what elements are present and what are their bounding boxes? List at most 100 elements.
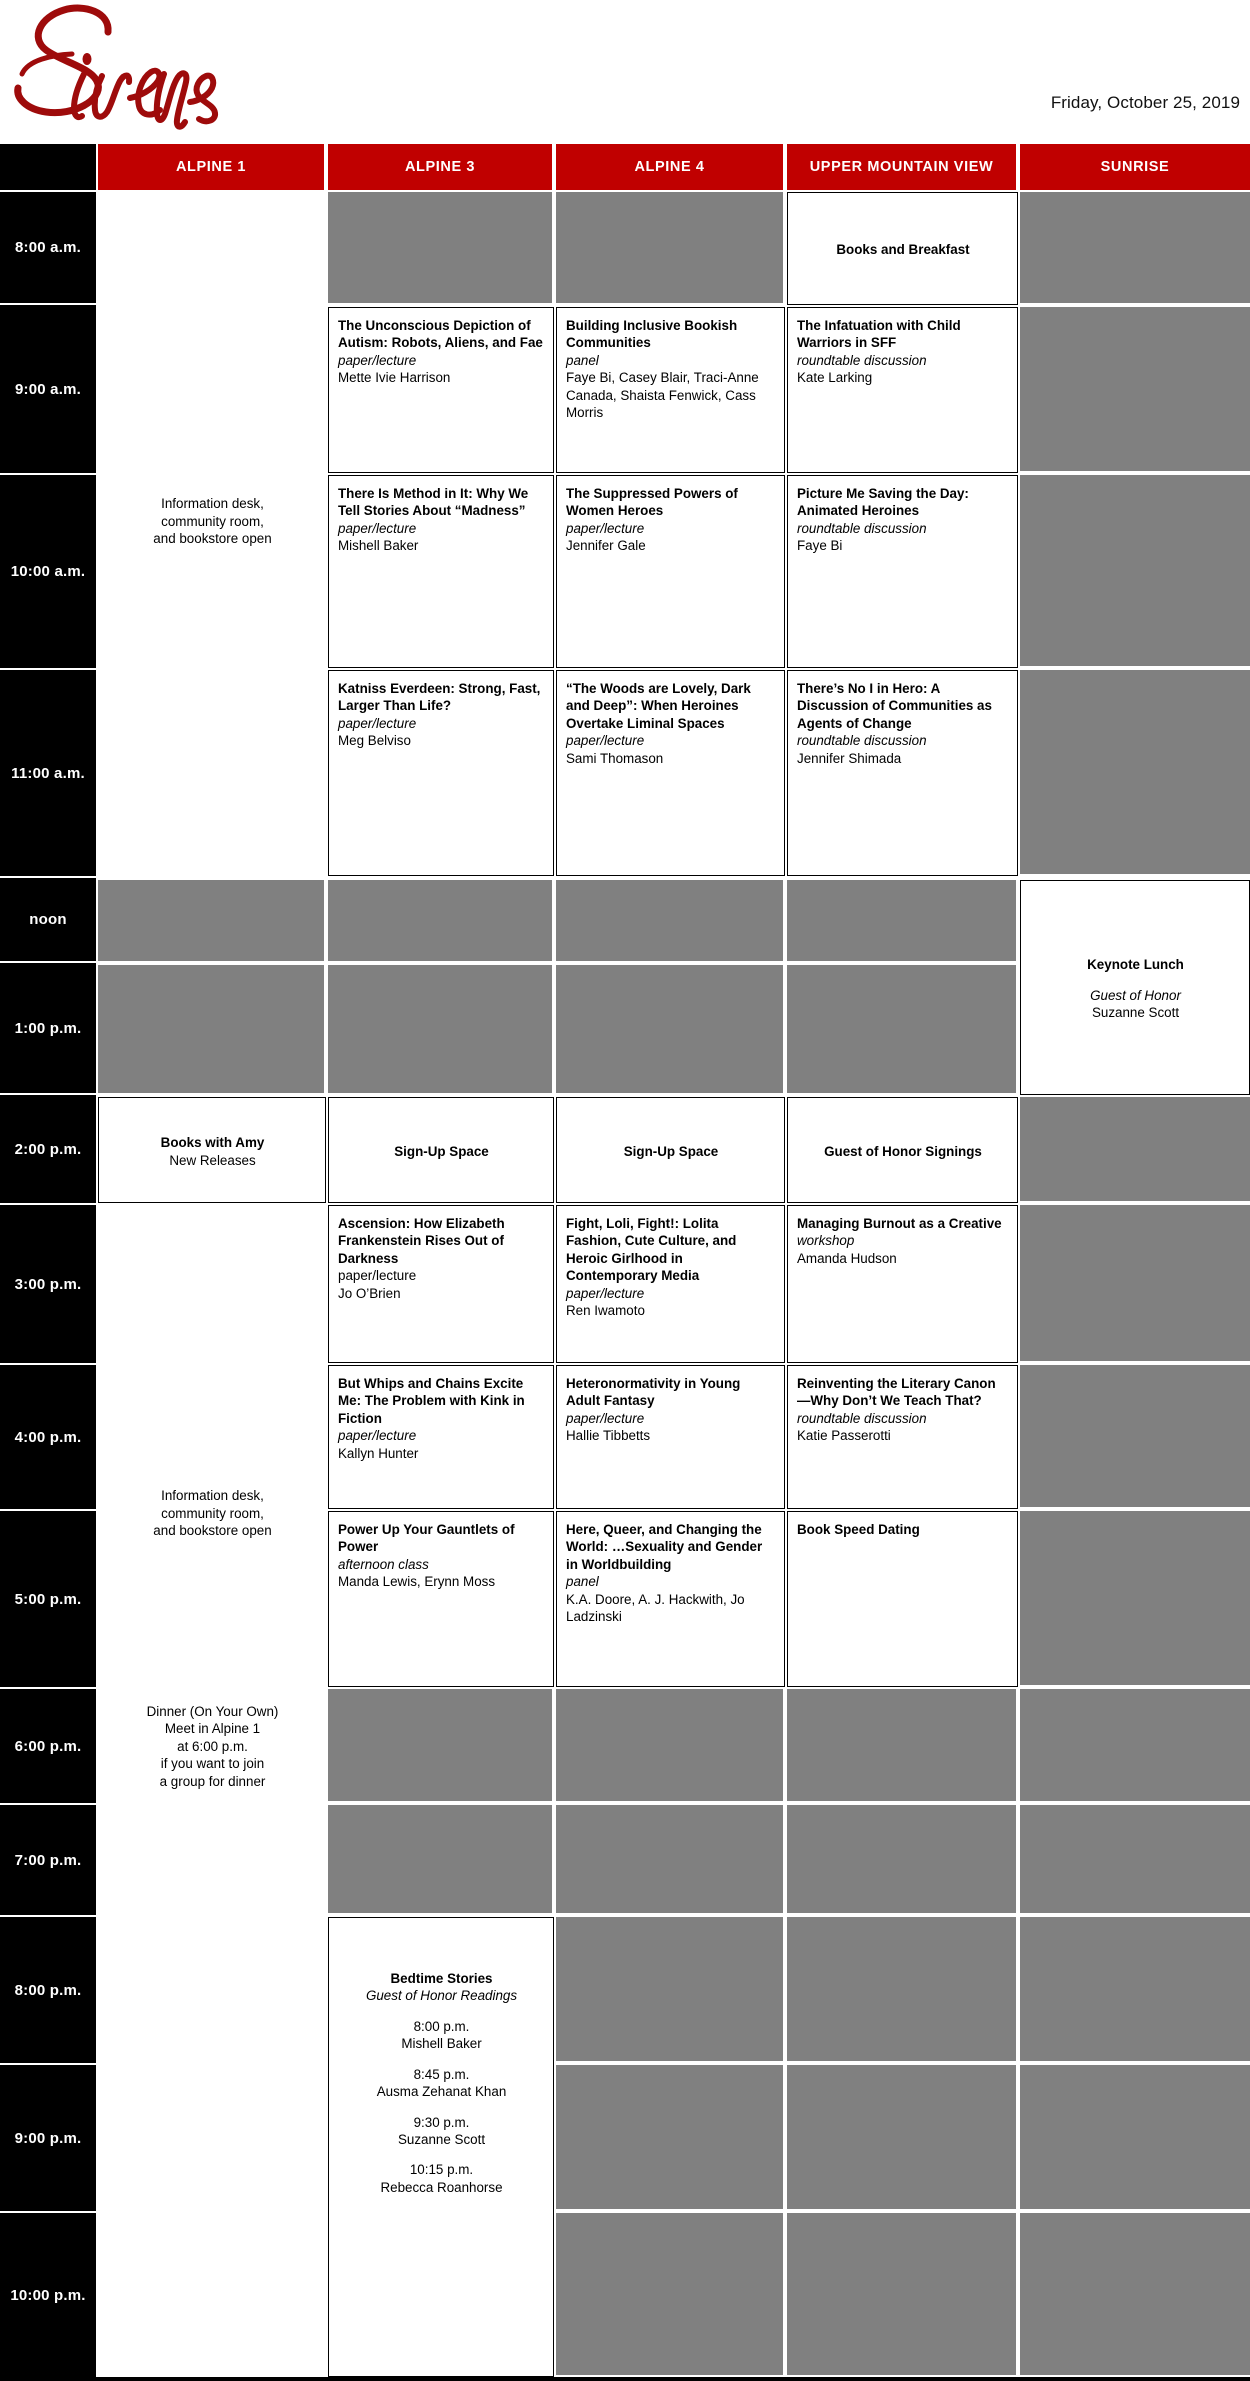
dinner-line: Meet in Alpine 1 (164, 1721, 261, 1737)
time-label-8am: 8:00 a.m. (0, 192, 96, 305)
time-label-5pm: 5:00 p.m. (0, 1511, 96, 1689)
empty-slot (556, 1917, 785, 2063)
header-corner (0, 144, 96, 190)
session-type: paper/lecture (338, 715, 417, 731)
empty-slot (328, 1805, 554, 1915)
info-line: and bookstore open (153, 1523, 272, 1539)
session-title: Sign-Up Space (394, 1143, 489, 1159)
session-title: Picture Me Saving the Day: Animated Hero… (797, 486, 969, 519)
time-label-9am: 9:00 a.m. (0, 305, 96, 475)
session-title: The Suppressed Powers of Women Heroes (566, 486, 738, 519)
session-people: Ren Iwamoto (566, 1303, 645, 1319)
session-title: The Infatuation with Child Warriors in S… (797, 318, 961, 351)
session-katniss-everdeen: Katniss Everdeen: Strong, Fast, Larger T… (328, 670, 554, 876)
session-type: panel (566, 1574, 599, 1590)
empty-slot (1020, 670, 1250, 876)
session-title: Reinventing the Literary Canon—Why Don’t… (797, 1376, 996, 1409)
session-people: Kallyn Hunter (338, 1445, 419, 1461)
session-people: Hallie Tibbetts (566, 1428, 651, 1444)
time-text: 6:00 p.m. (14, 1737, 82, 1755)
empty-slot (328, 965, 554, 1095)
time-text: 10:00 p.m. (10, 2286, 86, 2304)
time-label-10pm: 10:00 p.m. (0, 2213, 96, 2377)
sirens-logo (12, 2, 312, 130)
time-label-10am: 10:00 a.m. (0, 475, 96, 670)
column-header-label: SUNRISE (1100, 159, 1170, 175)
schedule-date: Friday, October 25, 2019 (1050, 93, 1240, 112)
empty-slot (1020, 1511, 1250, 1687)
reading-reader: Suzanne Scott (397, 2131, 486, 2147)
time-text: 9:00 p.m. (14, 2129, 82, 2147)
empty-slot (787, 1805, 1018, 1915)
time-text: 10:00 a.m. (10, 563, 86, 580)
session-book-speed-dating: Book Speed Dating (787, 1511, 1018, 1687)
reading-reader: Ausma Zehanat Khan (376, 2084, 507, 2100)
empty-slot (328, 192, 554, 305)
empty-slot (1020, 2213, 1250, 2377)
empty-slot (787, 965, 1018, 1095)
session-title: Power Up Your Gauntlets of Power (338, 1522, 515, 1555)
session-keynote-lunch: Keynote Lunch Guest of Honor Suzanne Sco… (1020, 880, 1250, 1095)
session-type: paper/lecture (566, 733, 645, 749)
session-signup-space-alpine4: Sign-Up Space (556, 1097, 785, 1203)
reading-time: 9:30 p.m. (413, 2114, 470, 2130)
time-label-1pm: 1:00 p.m. (0, 963, 96, 1095)
session-subtitle: New Releases (169, 1152, 256, 1168)
schedule-grid: Friday, October 25, 2019 ALPINE 1 ALPINE… (0, 0, 1250, 2381)
empty-slot (787, 2065, 1018, 2211)
session-type: paper/lecture (566, 520, 645, 536)
session-title: Managing Burnout as a Creative (797, 1216, 1002, 1231)
session-title: Book Speed Dating (797, 1522, 920, 1537)
session-type: paper/lecture (338, 520, 417, 536)
session-heteronormativity: Heteronormativity in Young Adult Fantasy… (556, 1365, 785, 1509)
session-reinventing-canon: Reinventing the Literary Canon—Why Don’t… (787, 1365, 1018, 1509)
session-here-queer-changing-world: Here, Queer, and Changing the World: …Se… (556, 1511, 785, 1687)
dinner-line: at 6:00 p.m. (177, 1738, 248, 1754)
session-type: paper/lecture (566, 1285, 645, 1301)
empty-slot (787, 1917, 1018, 2063)
empty-slot (1020, 192, 1250, 305)
empty-slot (556, 2213, 785, 2377)
session-people: Katie Passerotti (797, 1428, 891, 1444)
time-label-6pm: 6:00 p.m. (0, 1689, 96, 1805)
session-books-and-breakfast: Books and Breakfast (787, 192, 1018, 305)
session-managing-burnout: Managing Burnout as a Creative workshop … (787, 1205, 1018, 1363)
session-signup-space-alpine3: Sign-Up Space (328, 1097, 554, 1203)
empty-slot (1020, 1917, 1250, 2063)
session-title: “The Woods are Lovely, Dark and Deep”: W… (566, 681, 751, 731)
session-people: Mishell Baker (338, 538, 419, 554)
session-people: Faye Bi (797, 538, 843, 554)
session-title: Fight, Loli, Fight!: Lolita Fashion, Cut… (566, 1216, 737, 1284)
empty-slot (1020, 1205, 1250, 1363)
time-text: 8:00 p.m. (14, 1981, 82, 1999)
session-title: Sign-Up Space (623, 1143, 719, 1159)
time-text: 3:00 p.m. (14, 1275, 82, 1293)
session-title: Books and Breakfast (836, 242, 970, 258)
dinner-line: if you want to join (160, 1756, 265, 1772)
session-people: Jennifer Gale (566, 538, 646, 554)
session-books-with-amy: Books with Amy New Releases (98, 1097, 326, 1203)
empty-slot (556, 2065, 785, 2211)
session-type: paper/lecture (338, 352, 417, 368)
time-text: 11:00 a.m. (11, 764, 85, 782)
empty-slot (328, 880, 554, 963)
column-header-label: ALPINE 3 (404, 159, 476, 175)
session-whips-and-chains: But Whips and Chains Excite Me: The Prob… (328, 1365, 554, 1509)
info-line: and bookstore open (153, 531, 272, 547)
session-woods-are-lovely: “The Woods are Lovely, Dark and Deep”: W… (556, 670, 785, 876)
session-people: Amanda Hudson (797, 1250, 897, 1266)
time-text: 9:00 a.m. (14, 380, 81, 398)
session-title: Heteronormativity in Young Adult Fantasy (566, 1376, 741, 1409)
dinner-line: a group for dinner (159, 1773, 266, 1789)
empty-slot (556, 1689, 785, 1803)
session-people: Sami Thomason (566, 750, 664, 766)
session-type: roundtable discussion (797, 352, 927, 368)
reading-time: 10:15 p.m. (409, 2162, 474, 2178)
session-title: Ascension: How Elizabeth Frankenstein Ri… (338, 1216, 505, 1266)
bottom-rule (0, 2377, 1250, 2381)
column-header-alpine-3: ALPINE 3 (328, 144, 554, 190)
time-label-8pm: 8:00 p.m. (0, 1917, 96, 2065)
session-title: But Whips and Chains Excite Me: The Prob… (338, 1376, 525, 1426)
session-type: Guest of Honor (1090, 987, 1181, 1003)
time-label-4pm: 4:00 p.m. (0, 1365, 96, 1511)
